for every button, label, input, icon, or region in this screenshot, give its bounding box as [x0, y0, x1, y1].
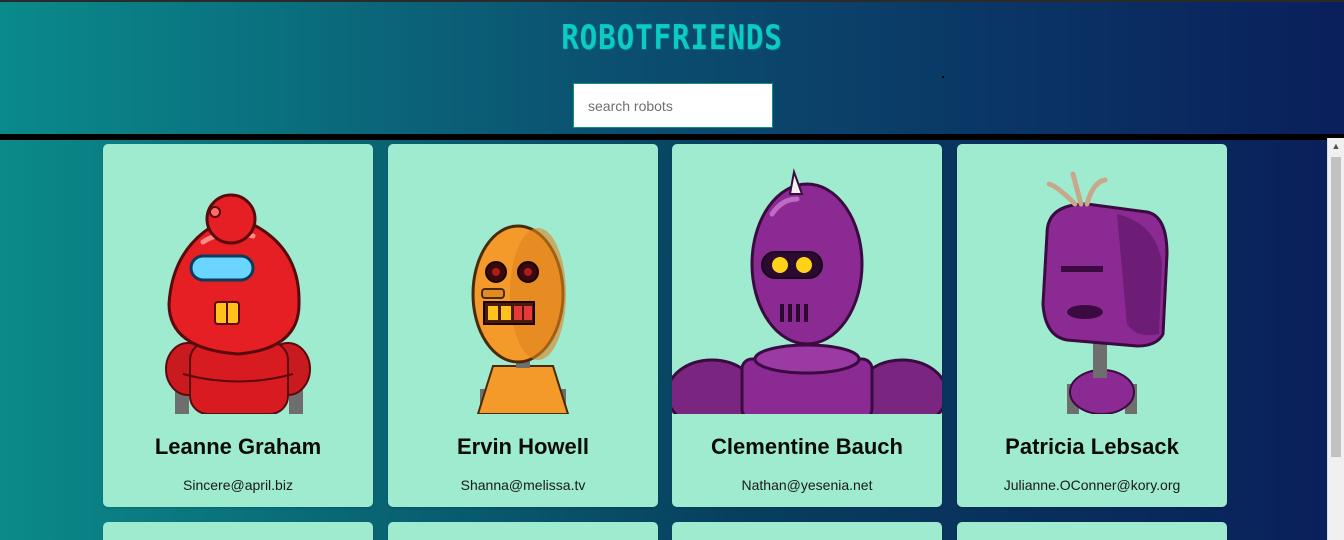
robot-avatar-red — [165, 193, 311, 414]
robot-avatar-purple — [672, 168, 942, 414]
robot-card-next-row[interactable] — [103, 522, 373, 540]
robot-name: Ervin Howell — [456, 434, 590, 459]
vertical-scrollbar[interactable]: ▲ — [1327, 138, 1344, 540]
search-input[interactable] — [573, 83, 773, 128]
scroll-up-arrow-icon[interactable]: ▲ — [1328, 138, 1344, 155]
robot-name: Leanne Graham — [154, 434, 322, 459]
robot-card[interactable]: Leanne Graham Sincere@april.biz — [103, 144, 373, 507]
robot-card-next-row[interactable] — [388, 522, 658, 540]
robot-name: Clementine Bauch — [711, 434, 903, 459]
robot-card-next-row[interactable] — [957, 522, 1227, 540]
robot-card-list[interactable]: Leanne Graham Sincere@april.biz Ervin Ho… — [5, 140, 1327, 540]
robot-card[interactable]: Ervin Howell Shanna@melissa.tv — [388, 144, 658, 507]
robot-avatar-orange — [471, 224, 570, 414]
app-header: ROBOTFRIENDS — [0, 2, 1344, 134]
robot-email: Shanna@melissa.tv — [460, 477, 586, 493]
robot-card[interactable]: Patricia Lebsack Julianne.OConner@kory.o… — [957, 144, 1227, 507]
robot-card[interactable]: Clementine Bauch Nathan@yesenia.net — [672, 144, 942, 507]
robot-email: Nathan@yesenia.net — [741, 477, 873, 493]
robot-card-next-row[interactable] — [672, 522, 942, 540]
scroll-thumb[interactable] — [1331, 157, 1341, 457]
app-title: ROBOTFRIENDS — [561, 18, 783, 58]
robot-email: Julianne.OConner@kory.org — [1003, 477, 1181, 493]
robot-name: Patricia Lebsack — [1005, 434, 1179, 459]
robot-avatar-violet — [1041, 171, 1169, 414]
stray-dot — [942, 76, 944, 78]
robot-email: Sincere@april.biz — [183, 477, 293, 493]
